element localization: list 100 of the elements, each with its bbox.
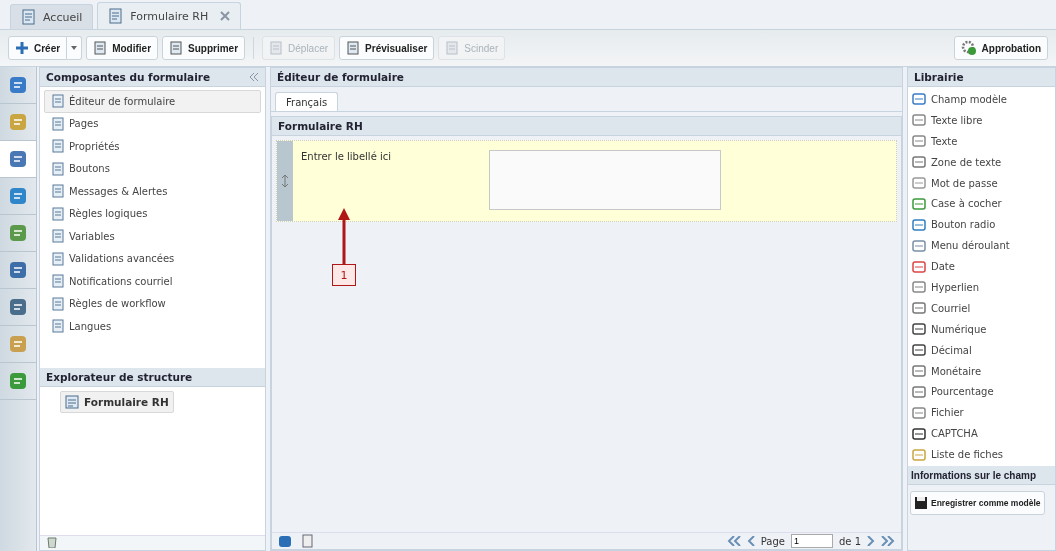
dropdown-button[interactable] <box>67 36 83 60</box>
app-icon <box>7 333 29 355</box>
app-icon <box>7 370 29 392</box>
component-item[interactable]: Éditeur de formulaire <box>44 90 261 113</box>
library-item[interactable]: Case à cocher <box>912 193 1051 215</box>
library-item[interactable]: Texte libre <box>912 109 1051 131</box>
text-area[interactable] <box>489 150 721 210</box>
library-item[interactable]: Date <box>912 256 1051 277</box>
panel-title: Explorateur de structure <box>46 371 193 383</box>
field-type-icon <box>912 426 926 441</box>
collapse-icon[interactable] <box>249 73 259 81</box>
page-count: de 1 <box>838 535 861 547</box>
create-button[interactable]: Créer <box>8 36 68 60</box>
tab[interactable]: Accueil <box>10 4 94 29</box>
component-item[interactable]: Notifications courriel <box>44 270 261 293</box>
annotation-arrow <box>338 208 350 264</box>
document-icon <box>51 319 65 334</box>
tree-node[interactable]: Formulaire RH <box>60 391 174 413</box>
library-item[interactable]: Texte <box>912 130 1051 152</box>
document-icon <box>21 9 37 25</box>
plus-icon <box>15 41 29 55</box>
library-item[interactable]: Liste de fiches <box>912 444 1051 466</box>
panel-title: Librairie <box>914 71 964 83</box>
first-page-icon[interactable] <box>726 536 741 546</box>
toolbar-button[interactable]: Prévisualiser <box>339 36 435 60</box>
library-item[interactable]: Mot de passe <box>912 172 1051 194</box>
language-tab[interactable]: Français <box>275 92 339 111</box>
document-icon <box>269 41 284 55</box>
field-type-icon <box>912 92 926 107</box>
component-item[interactable]: Langues <box>44 315 261 338</box>
field-label: Entrer le libellé ici <box>300 150 393 164</box>
app-icon <box>7 222 29 244</box>
app-icon <box>7 185 29 207</box>
field-type-icon <box>912 259 926 274</box>
document-icon <box>108 8 125 24</box>
field-type-icon <box>912 134 926 149</box>
component-item[interactable]: Règles de workflow <box>44 292 261 315</box>
panel-title: Composantes du formulaire <box>46 71 211 83</box>
tab[interactable]: Formulaire RH <box>97 2 242 29</box>
component-item[interactable]: Messages & Alertes <box>44 180 261 203</box>
page-input[interactable]: 1 <box>790 534 833 548</box>
close-icon[interactable] <box>220 11 231 21</box>
component-item[interactable]: Pages <box>44 112 261 135</box>
panel-title: Informations sur le champ <box>911 469 1037 481</box>
last-page-icon[interactable] <box>881 536 895 546</box>
document-icon <box>93 41 108 55</box>
panel-title: Formulaire RH <box>278 120 363 132</box>
field-type-icon <box>912 384 926 399</box>
library-item[interactable]: Monétaire <box>912 360 1051 382</box>
library-item[interactable]: Numérique <box>912 318 1051 340</box>
component-item[interactable]: Validations avancées <box>44 247 261 270</box>
component-item[interactable]: Variables <box>44 225 261 248</box>
field-type-icon <box>912 155 926 170</box>
document-icon <box>51 206 65 221</box>
form-field-row[interactable]: Entrer le libellé ici <box>276 140 897 222</box>
field-type-icon <box>912 343 926 358</box>
next-page-icon[interactable] <box>867 536 875 546</box>
panel-title: Éditeur de formulaire <box>277 71 404 83</box>
field-type-icon <box>912 322 926 337</box>
approval-button[interactable]: Approbation <box>953 36 1048 60</box>
document-icon <box>445 41 460 55</box>
library-item[interactable]: Hyperlien <box>912 277 1051 298</box>
document-icon <box>51 94 65 109</box>
save-template-button[interactable]: Enregistrer comme modèle <box>910 491 1045 515</box>
component-item[interactable]: Boutons <box>44 157 261 180</box>
library-item[interactable]: CAPTCHA <box>912 423 1051 445</box>
library-item[interactable]: Menu déroulant <box>912 235 1051 257</box>
document-icon <box>51 161 65 176</box>
library-item[interactable]: Bouton radio <box>912 214 1051 236</box>
toolbar-button[interactable]: Modifier <box>86 36 159 60</box>
app-icon <box>7 111 29 133</box>
field-type-icon <box>912 176 926 190</box>
field-type-icon <box>912 447 926 462</box>
field-type-icon <box>912 196 926 211</box>
document-icon[interactable] <box>302 534 314 548</box>
toolbar-button[interactable]: Supprimer <box>162 36 246 60</box>
field-type-icon <box>912 238 926 253</box>
library-item[interactable]: Fichier <box>912 402 1051 424</box>
app-icon <box>7 296 29 318</box>
library-item[interactable]: Pourcentage <box>912 381 1051 403</box>
document-icon <box>51 251 65 266</box>
app-icon <box>7 148 29 170</box>
document-icon <box>51 116 65 131</box>
caret-icon <box>71 46 78 50</box>
library-item[interactable]: Zone de texte <box>912 151 1051 173</box>
component-item[interactable]: Règles logiques <box>44 202 261 225</box>
field-type-icon <box>912 217 926 232</box>
document-icon <box>51 296 65 311</box>
document-icon <box>346 41 361 55</box>
document-icon <box>169 41 184 55</box>
document-icon <box>51 139 65 154</box>
form-icon <box>65 395 79 409</box>
library-item[interactable]: Décimal <box>912 339 1051 361</box>
field-type-icon <box>912 113 926 128</box>
trash-icon[interactable] <box>46 536 58 548</box>
component-item[interactable]: Propriétés <box>44 135 261 158</box>
drag-handle-icon[interactable] <box>282 175 288 187</box>
library-item[interactable]: Champ modèle <box>912 89 1051 110</box>
previous-page-icon[interactable] <box>746 536 755 546</box>
library-item[interactable]: Courriel <box>912 297 1051 319</box>
